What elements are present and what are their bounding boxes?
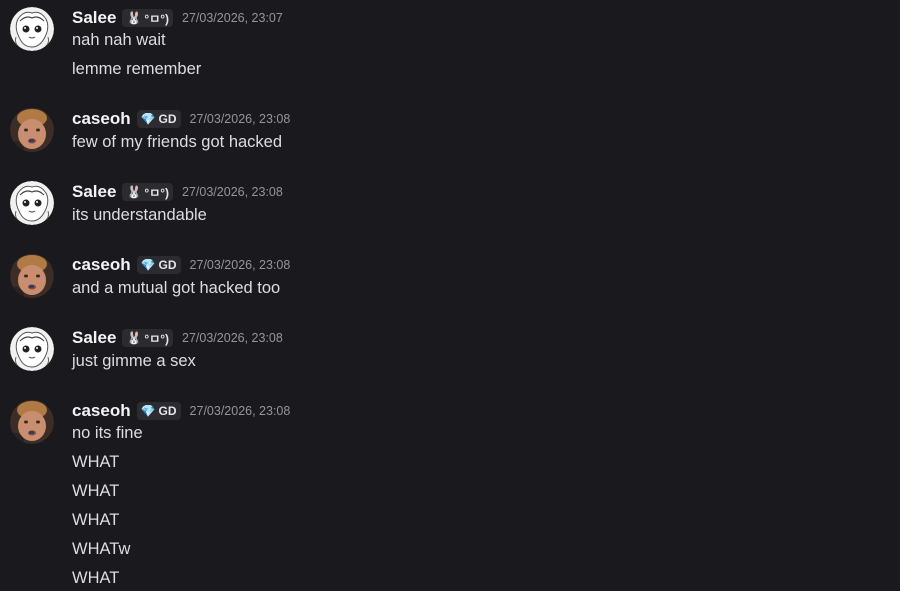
- message-line: its understandable: [72, 206, 207, 224]
- message-line: WHAT: [72, 569, 120, 587]
- avatar-salee[interactable]: [10, 327, 54, 371]
- timestamp[interactable]: 27/03/2026, 23:08: [190, 404, 291, 418]
- timestamp[interactable]: 27/03/2026, 23:08: [182, 185, 283, 199]
- avatar-caseoh[interactable]: [10, 254, 54, 298]
- user-tag-text: °ㅁ°): [144, 331, 170, 346]
- message-line: nah nah wait: [72, 31, 166, 49]
- user-tag-text: GD: [158, 258, 177, 272]
- message-line: no its fine: [72, 424, 143, 442]
- avatar-caseoh[interactable]: [10, 108, 54, 152]
- username[interactable]: Salee: [72, 8, 116, 28]
- message-header: Salee 🐰 °ㅁ°) 27/03/2026, 23:08: [72, 327, 283, 349]
- message-line: WHAT: [72, 482, 120, 500]
- message-line: WHATw: [72, 540, 131, 558]
- user-tag[interactable]: 🐰 °ㅁ°): [122, 183, 174, 201]
- user-tag[interactable]: 🐰 °ㅁ°): [122, 9, 174, 27]
- user-tag-text: GD: [158, 112, 177, 126]
- avatar-caseoh[interactable]: [10, 400, 54, 444]
- username[interactable]: caseoh: [72, 255, 131, 275]
- username[interactable]: Salee: [72, 182, 116, 202]
- message-line: just gimme a sex: [72, 352, 196, 370]
- message-header: Salee 🐰 °ㅁ°) 27/03/2026, 23:08: [72, 181, 283, 203]
- message-header: caseoh 💎 GD 27/03/2026, 23:08: [72, 400, 290, 422]
- message-header: caseoh 💎 GD 27/03/2026, 23:08: [72, 254, 290, 276]
- message-line: few of my friends got hacked: [72, 133, 283, 151]
- user-tag[interactable]: 💎 GD: [136, 110, 181, 128]
- timestamp[interactable]: 27/03/2026, 23:08: [190, 112, 291, 126]
- message-line: WHAT: [72, 453, 120, 471]
- message-line: WHAT: [72, 511, 120, 529]
- gem-icon: 💎: [140, 404, 156, 418]
- timestamp[interactable]: 27/03/2026, 23:07: [182, 11, 283, 25]
- user-tag[interactable]: 💎 GD: [136, 256, 181, 274]
- timestamp[interactable]: 27/03/2026, 23:08: [182, 331, 283, 345]
- message-header: caseoh 💎 GD 27/03/2026, 23:08: [72, 108, 290, 130]
- message-header: Salee 🐰 °ㅁ°) 27/03/2026, 23:07: [72, 7, 283, 29]
- avatar-salee[interactable]: [10, 7, 54, 51]
- bunny-icon: 🐰: [126, 331, 142, 345]
- bunny-icon: 🐰: [126, 11, 142, 25]
- user-tag-text: °ㅁ°): [144, 185, 170, 200]
- username[interactable]: caseoh: [72, 401, 131, 421]
- bunny-icon: 🐰: [126, 185, 142, 199]
- timestamp[interactable]: 27/03/2026, 23:08: [190, 258, 291, 272]
- user-tag-text: GD: [158, 404, 177, 418]
- gem-icon: 💎: [140, 258, 156, 272]
- user-tag[interactable]: 🐰 °ㅁ°): [122, 329, 174, 347]
- username[interactable]: Salee: [72, 328, 116, 348]
- avatar-salee[interactable]: [10, 181, 54, 225]
- user-tag[interactable]: 💎 GD: [136, 402, 181, 420]
- user-tag-text: °ㅁ°): [144, 11, 170, 26]
- message-line: and a mutual got hacked too: [72, 279, 281, 297]
- message-line: lemme remember: [72, 60, 202, 78]
- gem-icon: 💎: [140, 112, 156, 126]
- username[interactable]: caseoh: [72, 109, 131, 129]
